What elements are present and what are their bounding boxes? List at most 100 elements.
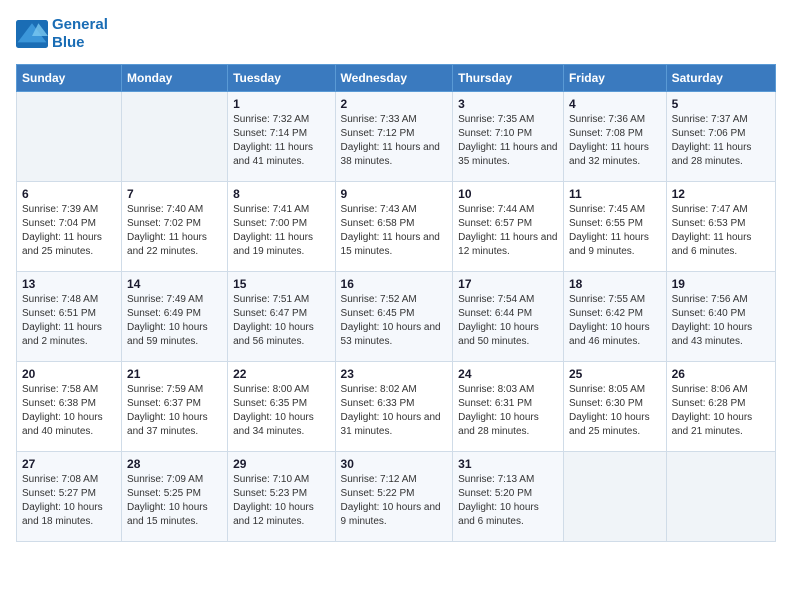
day-number: 28 [127,457,222,471]
day-number: 29 [233,457,329,471]
day-info: Sunrise: 7:35 AM Sunset: 7:10 PM Dayligh… [458,113,558,169]
day-cell-10: 10 Sunrise: 7:44 AM Sunset: 6:57 PM Dayl… [453,182,564,272]
day-cell-11: 11 Sunrise: 7:45 AM Sunset: 6:55 PM Dayl… [563,182,666,272]
day-cell-26: 26 Sunrise: 8:06 AM Sunset: 6:28 PM Dayl… [666,362,775,452]
day-cell-19: 19 Sunrise: 7:56 AM Sunset: 6:40 PM Dayl… [666,272,775,362]
day-cell-13: 13 Sunrise: 7:48 AM Sunset: 6:51 PM Dayl… [17,272,122,362]
day-cell-31: 31 Sunrise: 7:13 AM Sunset: 5:20 PM Dayl… [453,452,564,542]
day-number: 27 [22,457,116,471]
day-number: 24 [458,367,558,381]
day-number: 30 [341,457,448,471]
empty-cell [563,452,666,542]
day-info: Sunrise: 7:43 AM Sunset: 6:58 PM Dayligh… [341,203,448,259]
day-number: 19 [672,277,770,291]
day-cell-12: 12 Sunrise: 7:47 AM Sunset: 6:53 PM Dayl… [666,182,775,272]
day-number: 7 [127,187,222,201]
day-number: 18 [569,277,661,291]
day-cell-5: 5 Sunrise: 7:37 AM Sunset: 7:06 PM Dayli… [666,92,775,182]
day-info: Sunrise: 7:49 AM Sunset: 6:49 PM Dayligh… [127,293,222,349]
empty-cell [17,92,122,182]
week-row-5: 27 Sunrise: 7:08 AM Sunset: 5:27 PM Dayl… [17,452,776,542]
day-cell-6: 6 Sunrise: 7:39 AM Sunset: 7:04 PM Dayli… [17,182,122,272]
day-info: Sunrise: 7:39 AM Sunset: 7:04 PM Dayligh… [22,203,116,259]
empty-cell [666,452,775,542]
day-info: Sunrise: 8:05 AM Sunset: 6:30 PM Dayligh… [569,383,661,439]
weekday-header-wednesday: Wednesday [335,65,453,92]
day-cell-23: 23 Sunrise: 8:02 AM Sunset: 6:33 PM Dayl… [335,362,453,452]
weekday-header-saturday: Saturday [666,65,775,92]
day-cell-17: 17 Sunrise: 7:54 AM Sunset: 6:44 PM Dayl… [453,272,564,362]
day-info: Sunrise: 7:47 AM Sunset: 6:53 PM Dayligh… [672,203,770,259]
weekday-header-row: SundayMondayTuesdayWednesdayThursdayFrid… [17,65,776,92]
logo-icon [16,20,48,48]
day-cell-30: 30 Sunrise: 7:12 AM Sunset: 5:22 PM Dayl… [335,452,453,542]
day-info: Sunrise: 8:06 AM Sunset: 6:28 PM Dayligh… [672,383,770,439]
day-cell-8: 8 Sunrise: 7:41 AM Sunset: 7:00 PM Dayli… [228,182,335,272]
day-cell-9: 9 Sunrise: 7:43 AM Sunset: 6:58 PM Dayli… [335,182,453,272]
day-info: Sunrise: 7:12 AM Sunset: 5:22 PM Dayligh… [341,473,448,529]
day-info: Sunrise: 7:32 AM Sunset: 7:14 PM Dayligh… [233,113,329,169]
day-info: Sunrise: 8:03 AM Sunset: 6:31 PM Dayligh… [458,383,558,439]
day-info: Sunrise: 7:13 AM Sunset: 5:20 PM Dayligh… [458,473,558,529]
day-info: Sunrise: 7:08 AM Sunset: 5:27 PM Dayligh… [22,473,116,529]
day-cell-16: 16 Sunrise: 7:52 AM Sunset: 6:45 PM Dayl… [335,272,453,362]
day-cell-7: 7 Sunrise: 7:40 AM Sunset: 7:02 PM Dayli… [122,182,228,272]
day-number: 31 [458,457,558,471]
day-number: 23 [341,367,448,381]
calendar-table: SundayMondayTuesdayWednesdayThursdayFrid… [16,64,776,542]
day-number: 15 [233,277,329,291]
day-cell-3: 3 Sunrise: 7:35 AM Sunset: 7:10 PM Dayli… [453,92,564,182]
day-info: Sunrise: 7:09 AM Sunset: 5:25 PM Dayligh… [127,473,222,529]
day-cell-25: 25 Sunrise: 8:05 AM Sunset: 6:30 PM Dayl… [563,362,666,452]
day-info: Sunrise: 7:58 AM Sunset: 6:38 PM Dayligh… [22,383,116,439]
day-info: Sunrise: 8:00 AM Sunset: 6:35 PM Dayligh… [233,383,329,439]
day-number: 13 [22,277,116,291]
day-number: 4 [569,97,661,111]
day-cell-15: 15 Sunrise: 7:51 AM Sunset: 6:47 PM Dayl… [228,272,335,362]
day-info: Sunrise: 7:36 AM Sunset: 7:08 PM Dayligh… [569,113,661,169]
empty-cell [122,92,228,182]
day-info: Sunrise: 7:10 AM Sunset: 5:23 PM Dayligh… [233,473,329,529]
weekday-header-monday: Monday [122,65,228,92]
page-header: General Blue [16,16,776,52]
day-number: 2 [341,97,448,111]
day-number: 17 [458,277,558,291]
day-number: 3 [458,97,558,111]
day-cell-28: 28 Sunrise: 7:09 AM Sunset: 5:25 PM Dayl… [122,452,228,542]
day-cell-2: 2 Sunrise: 7:33 AM Sunset: 7:12 PM Dayli… [335,92,453,182]
day-number: 8 [233,187,329,201]
day-info: Sunrise: 8:02 AM Sunset: 6:33 PM Dayligh… [341,383,448,439]
day-number: 9 [341,187,448,201]
day-cell-20: 20 Sunrise: 7:58 AM Sunset: 6:38 PM Dayl… [17,362,122,452]
day-info: Sunrise: 7:48 AM Sunset: 6:51 PM Dayligh… [22,293,116,349]
week-row-2: 6 Sunrise: 7:39 AM Sunset: 7:04 PM Dayli… [17,182,776,272]
day-info: Sunrise: 7:52 AM Sunset: 6:45 PM Dayligh… [341,293,448,349]
day-info: Sunrise: 7:44 AM Sunset: 6:57 PM Dayligh… [458,203,558,259]
day-number: 14 [127,277,222,291]
day-cell-1: 1 Sunrise: 7:32 AM Sunset: 7:14 PM Dayli… [228,92,335,182]
day-number: 20 [22,367,116,381]
day-info: Sunrise: 7:33 AM Sunset: 7:12 PM Dayligh… [341,113,448,169]
day-number: 26 [672,367,770,381]
day-number: 21 [127,367,222,381]
day-info: Sunrise: 7:45 AM Sunset: 6:55 PM Dayligh… [569,203,661,259]
day-number: 10 [458,187,558,201]
day-number: 5 [672,97,770,111]
logo: General Blue [16,16,108,52]
day-cell-29: 29 Sunrise: 7:10 AM Sunset: 5:23 PM Dayl… [228,452,335,542]
weekday-header-friday: Friday [563,65,666,92]
day-number: 6 [22,187,116,201]
weekday-header-sunday: Sunday [17,65,122,92]
day-info: Sunrise: 7:59 AM Sunset: 6:37 PM Dayligh… [127,383,222,439]
day-info: Sunrise: 7:40 AM Sunset: 7:02 PM Dayligh… [127,203,222,259]
day-cell-27: 27 Sunrise: 7:08 AM Sunset: 5:27 PM Dayl… [17,452,122,542]
day-info: Sunrise: 7:55 AM Sunset: 6:42 PM Dayligh… [569,293,661,349]
day-number: 12 [672,187,770,201]
day-cell-4: 4 Sunrise: 7:36 AM Sunset: 7:08 PM Dayli… [563,92,666,182]
day-cell-21: 21 Sunrise: 7:59 AM Sunset: 6:37 PM Dayl… [122,362,228,452]
day-number: 11 [569,187,661,201]
day-info: Sunrise: 7:51 AM Sunset: 6:47 PM Dayligh… [233,293,329,349]
weekday-header-tuesday: Tuesday [228,65,335,92]
day-number: 25 [569,367,661,381]
weekday-header-thursday: Thursday [453,65,564,92]
